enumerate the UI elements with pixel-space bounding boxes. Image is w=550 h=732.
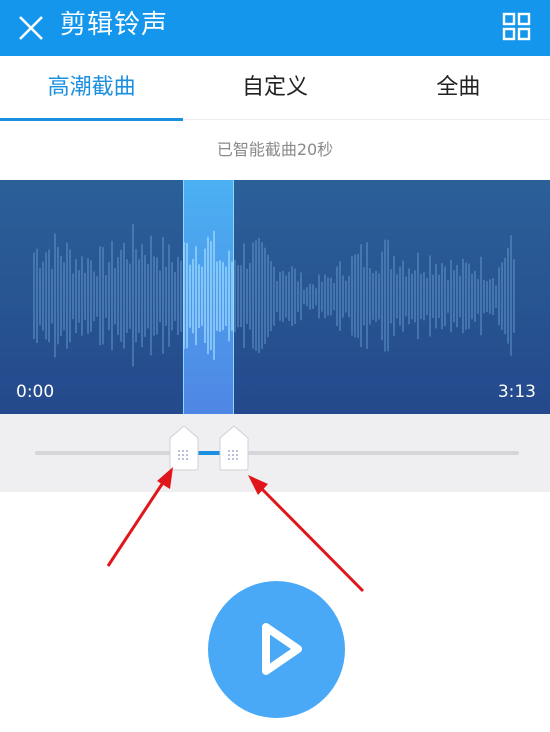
end-handle-icon xyxy=(219,425,249,471)
page-title: 剪辑铃声 xyxy=(60,10,169,40)
app-header: 剪辑铃声 xyxy=(0,0,550,56)
range-slider xyxy=(0,414,550,492)
start-handle[interactable] xyxy=(168,414,200,472)
slider-track[interactable] xyxy=(35,451,519,455)
close-icon xyxy=(19,16,43,40)
play-icon xyxy=(262,623,302,675)
close-button[interactable] xyxy=(12,8,52,48)
waveform-panel[interactable] xyxy=(0,180,550,414)
grid-menu-button[interactable] xyxy=(498,9,536,47)
tab-full-song[interactable]: 全曲 xyxy=(367,56,550,120)
annotation-arrow-right xyxy=(255,482,365,593)
tab-highlight[interactable]: 高潮截曲 xyxy=(0,56,184,121)
clip-status-text: 已智能截曲20秒 xyxy=(0,121,550,180)
tab-custom[interactable]: 自定义 xyxy=(183,56,366,120)
mode-tabs: 高潮截曲 自定义 全曲 xyxy=(0,56,550,121)
end-handle[interactable] xyxy=(218,414,250,472)
play-button[interactable] xyxy=(208,581,345,718)
start-handle-icon xyxy=(169,425,199,471)
ringtone-editor: 剪辑铃声 高潮截曲 自定义 全曲 已智能截曲20秒 0:00 3:13 xyxy=(0,0,550,732)
end-time-label: 3:13 xyxy=(497,382,536,402)
grid-icon xyxy=(502,12,531,41)
start-time-label: 0:00 xyxy=(16,382,55,402)
waveform-graphic xyxy=(33,223,515,367)
